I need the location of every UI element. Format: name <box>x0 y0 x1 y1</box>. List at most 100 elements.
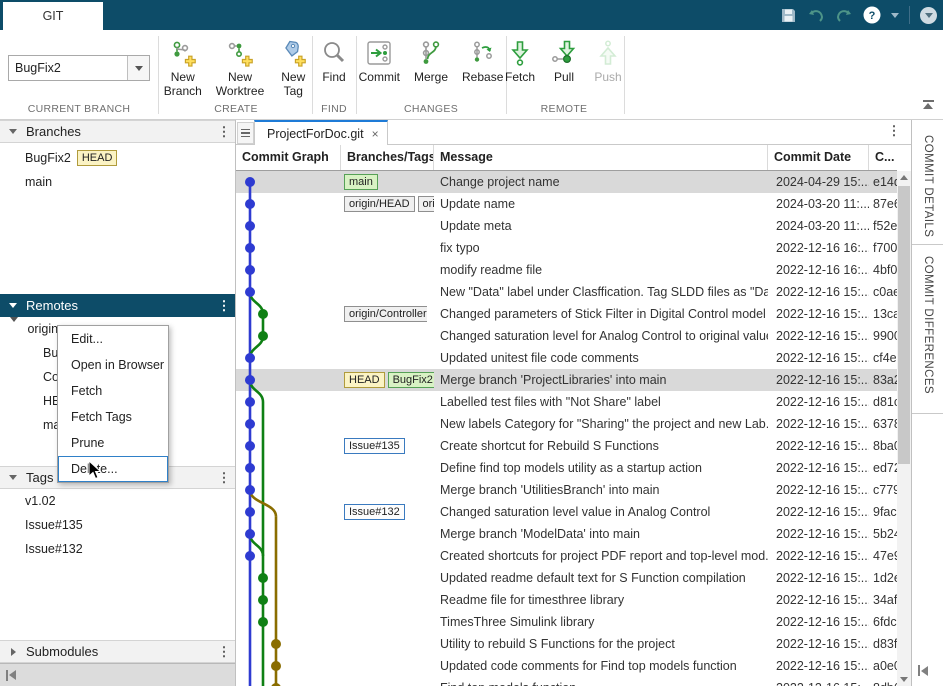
tab-commit-differences[interactable]: COMMIT DIFFERENCES <box>912 246 943 414</box>
sidebar-section-submodules[interactable]: Submodules ⋮ <box>0 640 235 663</box>
restore-panel-icon[interactable] <box>918 665 928 676</box>
commit-date: 2024-03-20 11:... <box>768 193 869 215</box>
help-icon[interactable]: ? <box>863 6 881 24</box>
branches-tags-cell: main <box>341 171 434 193</box>
table-row[interactable]: Updated unitest file code comments2022-1… <box>236 347 897 369</box>
fetch-button[interactable]: Fetch <box>500 36 540 86</box>
expander-icon[interactable] <box>10 318 18 340</box>
table-row[interactable]: New labels Category for "Sharing" the pr… <box>236 413 897 435</box>
document-bar-menu-icon[interactable] <box>237 122 254 144</box>
tag-item-v1.02[interactable]: v1.02 <box>0 490 235 512</box>
table-row[interactable]: mainChange project name2024-04-29 15:...… <box>236 171 897 193</box>
new-worktree-button[interactable]: New Worktree <box>211 36 269 100</box>
save-icon[interactable] <box>780 7 797 24</box>
menu-item-prune[interactable]: Prune <box>58 430 168 456</box>
merge-button[interactable]: Merge <box>409 36 453 86</box>
scroll-down-icon[interactable] <box>897 673 911 686</box>
tags-menu-icon[interactable]: ⋮ <box>213 471 235 484</box>
expander-icon[interactable] <box>0 129 26 134</box>
git-toolstrip-tab[interactable]: GIT <box>3 2 103 30</box>
branches-tags-cell <box>341 259 434 281</box>
column-header-message[interactable]: Message <box>434 145 768 170</box>
table-row[interactable]: Merge branch 'ModelData' into main2022-1… <box>236 523 897 545</box>
menu-item-fetch[interactable]: Fetch <box>58 378 168 404</box>
tag-item-Issue#135[interactable]: Issue#135 <box>0 514 235 536</box>
column-header-branches-tags[interactable]: Branches/Tags <box>341 145 434 170</box>
table-scrollbar[interactable] <box>897 171 911 686</box>
table-row[interactable]: Changed saturation level for Analog Cont… <box>236 325 897 347</box>
menu-item-fetch-tags[interactable]: Fetch Tags <box>58 404 168 430</box>
scrollbar-thumb[interactable] <box>898 186 910 464</box>
collapse-panel-icon[interactable] <box>6 670 16 681</box>
toolstrip-separator <box>624 36 625 114</box>
collapse-toolstrip-icon[interactable] <box>921 100 935 109</box>
table-row[interactable]: Update meta2024-03-20 11:...f52e5 <box>236 215 897 237</box>
column-header-commit-graph[interactable]: Commit Graph <box>236 145 341 170</box>
new-tag-button[interactable]: New Tag <box>273 36 313 100</box>
table-row[interactable]: Utility to rebuild S Functions for the p… <box>236 633 897 655</box>
panel-menu-icon[interactable]: ⋮ <box>883 124 905 137</box>
branch-item-BugFix2[interactable]: BugFix2HEAD <box>0 147 235 169</box>
table-row[interactable]: Issue#132Changed saturation level value … <box>236 501 897 523</box>
rebase-icon <box>468 38 498 68</box>
scroll-up-icon[interactable] <box>897 171 911 184</box>
table-row[interactable]: origin/HEADoriUpdate name2024-03-20 11:.… <box>236 193 897 215</box>
graph-cell <box>236 215 341 237</box>
tag-item-Issue#132[interactable]: Issue#132 <box>0 538 235 560</box>
table-row[interactable]: Merge branch 'UtilitiesBranch' into main… <box>236 479 897 501</box>
pull-button[interactable]: Pull <box>544 36 584 86</box>
quick-access-toolbar: ? <box>780 0 937 30</box>
table-row[interactable]: Readme file for timesthree library2022-1… <box>236 589 897 611</box>
commit-hash: 8db6 <box>869 677 897 686</box>
current-branch-dropdown-button[interactable] <box>127 56 149 80</box>
new-branch-button[interactable]: New Branch <box>159 36 207 100</box>
menu-item-edit---[interactable]: Edit... <box>58 326 168 352</box>
menu-item-delete---[interactable]: Delete... <box>58 456 168 482</box>
expander-icon[interactable] <box>0 475 26 480</box>
table-row[interactable]: New "Data" label under Clasffication. Ta… <box>236 281 897 303</box>
sidebar-section-remotes[interactable]: Remotes ⋮ <box>0 294 235 317</box>
expander-icon[interactable] <box>0 303 26 308</box>
tab-commit-details[interactable]: COMMIT DETAILS <box>912 125 943 245</box>
commit-message: Readme file for timesthree library <box>434 589 768 611</box>
remote-badge: origin/HEAD <box>344 196 415 212</box>
graph-cell <box>236 589 341 611</box>
close-tab-icon[interactable]: × <box>372 127 379 141</box>
undo-icon[interactable] <box>807 7 825 23</box>
branches-tags-cell <box>341 633 434 655</box>
current-branch-combobox[interactable]: BugFix2 <box>8 55 150 81</box>
commit-button[interactable]: Commit <box>354 36 405 86</box>
submodules-menu-icon[interactable]: ⋮ <box>213 645 235 658</box>
table-row[interactable]: Created shortcuts for project PDF report… <box>236 545 897 567</box>
pull-icon <box>549 38 579 68</box>
help-dropdown-icon[interactable] <box>891 13 899 18</box>
column-header-commit-date[interactable]: Commit Date <box>768 145 869 170</box>
repository-tab[interactable]: ProjectForDoc.git × <box>254 120 388 145</box>
sidebar-section-branches[interactable]: Branches ⋮ <box>0 120 235 143</box>
branches-tags-cell <box>341 413 434 435</box>
quick-access-dropdown-icon[interactable] <box>920 7 937 24</box>
table-row[interactable]: Issue#135Create shortcut for Rebuild S F… <box>236 435 897 457</box>
remotes-menu-icon[interactable]: ⋮ <box>213 299 235 312</box>
branches-menu-icon[interactable]: ⋮ <box>213 125 235 138</box>
table-row[interactable]: Find top models function2022-12-16 15:..… <box>236 677 897 686</box>
column-header-c-[interactable]: C... <box>869 145 897 170</box>
find-button[interactable]: Find <box>314 36 354 86</box>
branch-item-main[interactable]: main <box>0 171 235 193</box>
table-row[interactable]: fix typo2022-12-16 16:...f7000 <box>236 237 897 259</box>
table-row[interactable]: Define find top models utility as a star… <box>236 457 897 479</box>
commit-hash: f7000 <box>869 237 897 259</box>
commit-history-panel: ProjectForDoc.git × ⋮ Commit GraphBranch… <box>236 120 911 686</box>
redo-icon[interactable] <box>835 7 853 23</box>
table-row[interactable]: HEADBugFix2Merge branch 'ProjectLibrarie… <box>236 369 897 391</box>
table-row[interactable]: modify readme file2022-12-16 16:...4bf0c <box>236 259 897 281</box>
menu-item-open-in-browser[interactable]: Open in Browser <box>58 352 168 378</box>
table-row[interactable]: origin/ControllerChanged parameters of S… <box>236 303 897 325</box>
graph-cell <box>236 523 341 545</box>
table-row[interactable]: Labelled test files with "Not Share" lab… <box>236 391 897 413</box>
table-row[interactable]: TimesThree Simulink library2022-12-16 15… <box>236 611 897 633</box>
table-row[interactable]: Updated readme default text for S Functi… <box>236 567 897 589</box>
table-row[interactable]: Updated code comments for Find top model… <box>236 655 897 677</box>
expander-icon[interactable] <box>0 648 26 656</box>
commit-message: Update name <box>434 193 768 215</box>
